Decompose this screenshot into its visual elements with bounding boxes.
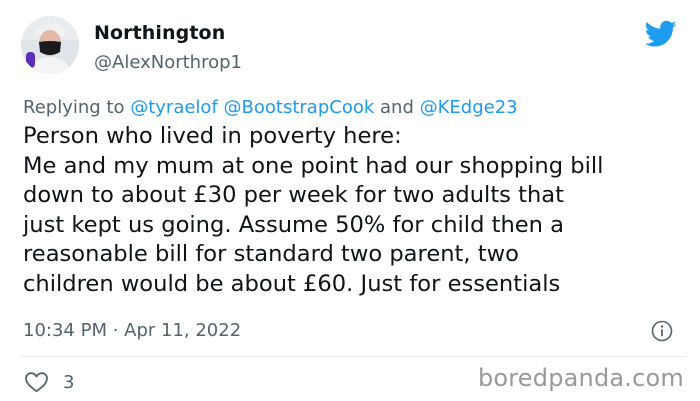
avatar-image (21, 16, 79, 74)
replying-prefix: Replying to (23, 97, 125, 118)
tweet-text-line: down to about £30 per week for two adult… (23, 182, 565, 208)
replying-conjunction: and (380, 97, 414, 118)
replying-to: Replying to @tyraelof @BootstrapCook and… (23, 97, 518, 118)
author-handle[interactable]: @AlexNorthrop1 (94, 52, 242, 73)
mention-link[interactable]: @tyraelof (130, 97, 218, 118)
heart-icon[interactable] (24, 371, 49, 393)
divider (20, 356, 686, 357)
tweet-text-line: children would be about £60. Just for es… (23, 270, 561, 297)
mention-link[interactable]: @BootstrapCook (224, 97, 375, 118)
info-icon[interactable] (651, 320, 673, 342)
tweet-text-line: Me and my mum at one point had our shopp… (23, 152, 604, 179)
watermark: boredpanda.com (477, 364, 684, 392)
tweet-text-line: just kept us going. Assume 50% for child… (23, 211, 565, 238)
twitter-bird-icon[interactable] (645, 20, 677, 48)
tweet-text-line: Person who lived in poverty here: (23, 123, 402, 149)
tweet-text-line: reasonable bill for standard two parent,… (23, 241, 519, 267)
like-count: 3 (63, 372, 75, 393)
mention-link[interactable]: @KEdge23 (420, 97, 518, 118)
tweet-text: Person who lived in poverty here: Me and… (23, 122, 683, 299)
tweet-card: Northington @AlexNorthrop1 Replying to @… (0, 0, 700, 401)
avatar[interactable] (21, 16, 79, 74)
tweet-timestamp[interactable]: 10:34 PM · Apr 11, 2022 (23, 320, 241, 341)
author-name[interactable]: Northington (94, 22, 225, 44)
